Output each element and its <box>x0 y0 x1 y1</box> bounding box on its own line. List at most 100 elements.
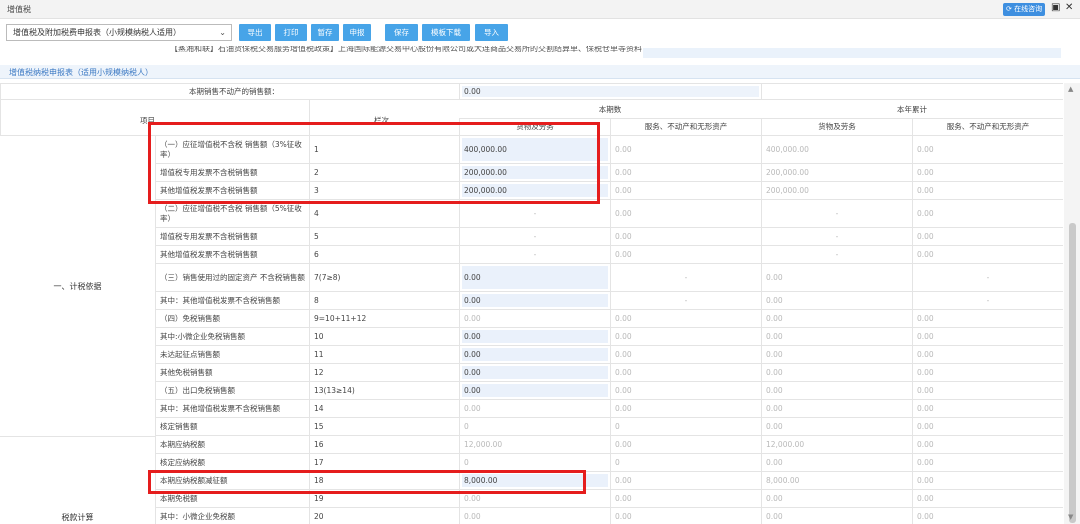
row-current-services[interactable]: 0.00 <box>610 228 761 245</box>
table-row: 其中：其他增值税发票不含税销售额 14 0.00 0.00 0.00 0.00 <box>0 399 1063 417</box>
refresh-icon: ⟳ <box>1006 5 1012 13</box>
row-ytd-goods-value: 0.00 <box>766 493 783 503</box>
table-row: 核定销售额 15 0 0 0.00 0.00 <box>0 417 1063 435</box>
row-ytd-services-value: 0.00 <box>917 231 934 241</box>
row-current-services-value: - <box>684 295 688 305</box>
form-select-value: 增值税及附加税费申报表（小规模纳税人适用） <box>13 28 181 37</box>
row-ytd-services: 0.00 <box>912 328 1063 345</box>
header-current: 本期数 <box>598 105 622 114</box>
row-current-services[interactable]: 0.00 <box>610 382 761 399</box>
row-ytd-services-value: 0.00 <box>917 367 934 377</box>
row-current-services[interactable]: 0.00 <box>610 364 761 381</box>
group-basis-text: 一、计税依据 <box>53 281 102 291</box>
row-current-goods[interactable]: 0 <box>459 454 610 471</box>
row-current-services[interactable]: 0 <box>610 454 761 471</box>
row-ytd-goods-value: 0.00 <box>766 511 783 521</box>
row-ytd-goods-value: 0.00 <box>766 331 783 341</box>
row-current-goods[interactable]: - <box>459 228 610 245</box>
row-ytd-goods: 0.00 <box>761 418 912 435</box>
row-ytd-goods-value: 0.00 <box>766 295 783 305</box>
scroll-up-icon[interactable]: ▲ <box>1068 85 1073 93</box>
scroll-thumb[interactable] <box>1069 223 1076 523</box>
row-ytd-goods-value: 0.00 <box>766 457 783 467</box>
close-icon[interactable]: ✕ <box>1065 2 1073 13</box>
row-current-services-value: 0.00 <box>615 493 632 503</box>
row-current-goods[interactable]: 0.00 <box>459 292 610 309</box>
row-ytd-goods: 12,000.00 <box>761 436 912 453</box>
table-row: （五）出口免税销售额 13(13≥14) 0.00 0.00 0.00 0.00 <box>0 381 1063 399</box>
row-current-services[interactable]: 0.00 <box>610 200 761 227</box>
row-current-goods[interactable]: 0.00 <box>459 264 610 291</box>
row-col-no-value: 20 <box>314 511 324 521</box>
row-current-services[interactable]: 0.00 <box>610 400 761 417</box>
vertical-scrollbar[interactable]: ▲ ▼ <box>1064 83 1080 524</box>
row-item-label-value: （二）应征增值税不含税 销售额（5%征收率） <box>160 203 302 223</box>
row-current-goods[interactable]: 0.00 <box>459 364 610 381</box>
row-current-services[interactable]: 0.00 <box>610 164 761 181</box>
row-ytd-services-value: 0.00 <box>917 208 934 218</box>
row-current-goods[interactable]: 0.00 <box>459 508 610 524</box>
row-current-goods[interactable]: 0.00 <box>459 310 610 327</box>
row-current-services-value: 0.00 <box>615 475 632 485</box>
row-current-services[interactable]: 0 <box>610 418 761 435</box>
row-ytd-services: 0.00 <box>912 346 1063 363</box>
row-current-services[interactable]: - <box>610 264 761 291</box>
row-current-services[interactable]: 0.00 <box>610 246 761 263</box>
temp-save-button[interactable]: 暂存 <box>311 24 339 41</box>
row-current-services[interactable]: 0.00 <box>610 328 761 345</box>
save-button[interactable]: 保存 <box>385 24 418 41</box>
row-current-services[interactable]: 0.00 <box>610 310 761 327</box>
row-current-services[interactable]: 0.00 <box>610 472 761 489</box>
row-current-goods[interactable]: 0.00 <box>459 328 610 345</box>
row-col-no-value: 8 <box>314 295 319 305</box>
declare-button[interactable]: 申报 <box>343 24 371 41</box>
row-item-label: 核定应纳税额 <box>155 454 309 471</box>
row-current-goods[interactable]: 12,000.00 <box>459 436 610 453</box>
title-bar: 增值税 ⟳ 在线咨询 ▣ ✕ <box>0 0 1080 19</box>
sales-realestate-cell[interactable]: 0.00 <box>459 84 761 99</box>
row-current-goods-value: 0.00 <box>464 272 481 282</box>
row-current-services[interactable]: - <box>610 292 761 309</box>
row-item-label-value: 其中：其他增值税发票不含税销售额 <box>160 295 280 305</box>
row-current-services[interactable]: 0.00 <box>610 436 761 453</box>
restore-icon[interactable]: ▣ <box>1051 2 1060 13</box>
group-tax-text: 税款计算 <box>61 512 94 522</box>
row-current-services[interactable]: 0.00 <box>610 136 761 163</box>
row-col-no-value: 11 <box>314 349 324 359</box>
row-current-goods[interactable]: 0 <box>459 418 610 435</box>
template-download-button[interactable]: 模板下载 <box>422 24 470 41</box>
row-ytd-services: 0.00 <box>912 454 1063 471</box>
row-current-goods[interactable]: - <box>459 246 610 263</box>
row-current-goods-value: 0.00 <box>464 493 481 503</box>
row-current-services[interactable]: 0.00 <box>610 346 761 363</box>
row-item-label-value: 其中：其他增值税发票不含税销售额 <box>160 403 280 413</box>
row-item-label: （四）免税销售额 <box>155 310 309 327</box>
row-ytd-goods-value: 400,000.00 <box>766 144 809 154</box>
row-current-services-value: 0.00 <box>615 349 632 359</box>
import-button[interactable]: 导入 <box>475 24 508 41</box>
row-col-no: 9=10+11+12 <box>309 310 459 327</box>
row-current-goods-value: 0.00 <box>464 295 481 305</box>
row-current-services[interactable]: 0.00 <box>610 490 761 507</box>
row-ytd-services-value: 0.00 <box>917 493 934 503</box>
table-row: （四）免税销售额 9=10+11+12 0.00 0.00 0.00 0.00 <box>0 309 1063 327</box>
row-ytd-services-value: - <box>986 272 990 282</box>
export-button[interactable]: 导出 <box>239 24 271 41</box>
row-current-goods[interactable]: - <box>459 200 610 227</box>
clipped-input[interactable] <box>643 48 1061 58</box>
form-type-select[interactable]: 增值税及附加税费申报表（小规模纳税人适用） ⌄ <box>6 24 232 41</box>
row-current-goods[interactable]: 0.00 <box>459 400 610 417</box>
row-current-services[interactable]: 0.00 <box>610 182 761 199</box>
row-current-services-value: 0 <box>615 421 620 431</box>
online-consult-button[interactable]: ⟳ 在线咨询 <box>1003 3 1045 16</box>
table-row: 其他免税销售额 12 0.00 0.00 0.00 0.00 <box>0 363 1063 381</box>
scroll-down-icon[interactable]: ▼ <box>1068 513 1073 521</box>
row-ytd-goods-value: - <box>835 208 839 218</box>
row-ytd-services-value: 0.00 <box>917 439 934 449</box>
row-col-no: 20 <box>309 508 459 524</box>
row-current-services[interactable]: 0.00 <box>610 508 761 524</box>
row-current-goods[interactable]: 0.00 <box>459 382 610 399</box>
row-item-label: 其中：小微企业免税额 <box>155 508 309 524</box>
row-current-goods[interactable]: 0.00 <box>459 346 610 363</box>
print-button[interactable]: 打印 <box>275 24 307 41</box>
